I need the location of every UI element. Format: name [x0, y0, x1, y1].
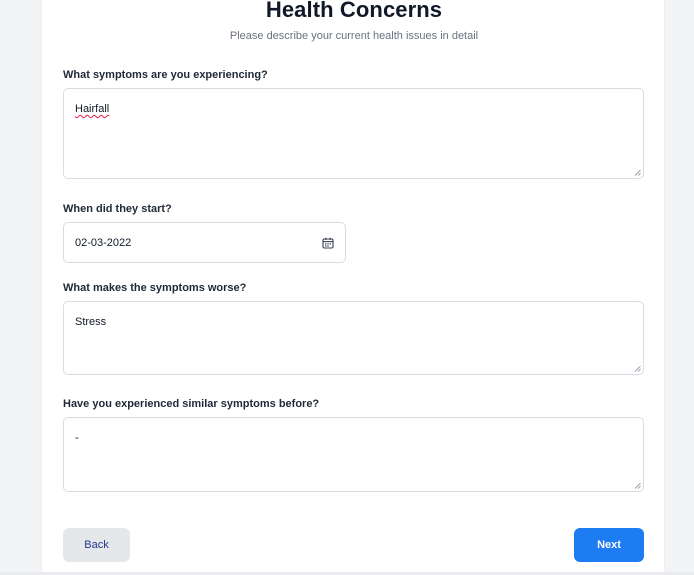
resize-handle-icon[interactable] [634, 482, 641, 489]
next-button[interactable]: Next [574, 528, 644, 562]
symptoms-textarea[interactable]: Hairfall [63, 88, 644, 179]
page-title: Health Concerns [265, 0, 443, 22]
start-date-input[interactable]: 02-03-2022 [63, 222, 346, 263]
symptoms-value: Hairfall [75, 103, 110, 115]
worse-label: What makes the symptoms worse? [63, 282, 247, 294]
previous-label: Have you experienced similar symptoms be… [63, 398, 320, 410]
symptoms-label: What symptoms are you experiencing? [63, 69, 268, 81]
start-date-label: When did they start? [63, 203, 172, 215]
resize-handle-icon[interactable] [634, 365, 641, 372]
previous-textarea[interactable]: - [63, 417, 644, 492]
form-card: Health Concerns Please describe your cur… [41, 0, 665, 572]
back-button[interactable]: Back [63, 528, 130, 562]
calendar-icon[interactable] [322, 237, 334, 249]
worse-value: Stress [75, 316, 107, 328]
previous-value: - [75, 432, 79, 444]
worse-textarea[interactable]: Stress [63, 301, 644, 375]
start-date-value: 02-03-2022 [75, 236, 132, 249]
page-subtitle: Please describe your current health issu… [229, 30, 479, 42]
resize-handle-icon[interactable] [634, 169, 641, 176]
